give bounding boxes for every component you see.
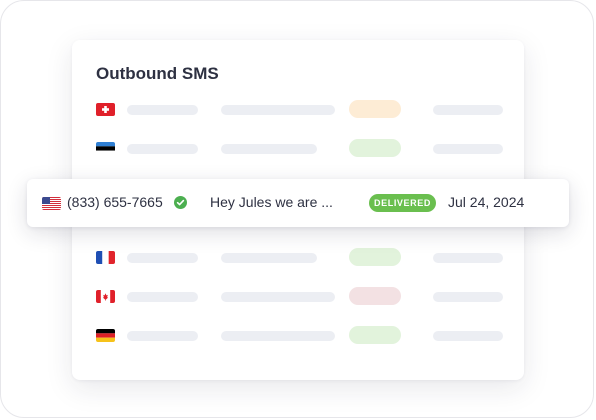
status-badge: DELIVERED (369, 194, 436, 212)
status-pill (349, 248, 401, 266)
canada-flag-icon (96, 290, 115, 303)
table-row[interactable] (72, 287, 524, 307)
message-placeholder (221, 331, 335, 341)
phone-placeholder (127, 144, 198, 154)
switzerland-flag-icon (96, 103, 115, 116)
table-row[interactable] (72, 326, 524, 346)
table-row[interactable] (72, 100, 524, 120)
highlighted-sms-row[interactable]: (833) 655-7665 Hey Jules we are ... DELI… (27, 179, 569, 227)
sent-date: Jul 24, 2024 (448, 194, 525, 210)
date-placeholder (433, 144, 503, 154)
message-placeholder (221, 105, 335, 115)
status-pill (349, 326, 401, 344)
phone-placeholder (127, 105, 198, 115)
estonia-flag-icon (96, 142, 115, 155)
message-preview: Hey Jules we are ... (210, 194, 333, 210)
message-placeholder (221, 144, 317, 154)
status-pill (349, 139, 401, 157)
united-states-flag-icon (42, 197, 61, 210)
message-placeholder (221, 253, 317, 263)
table-row[interactable] (72, 248, 524, 268)
phone-placeholder (127, 253, 198, 263)
table-row[interactable] (72, 139, 524, 159)
date-placeholder (433, 105, 503, 115)
status-pill (349, 287, 401, 305)
phone-placeholder (127, 292, 198, 302)
card-title: Outbound SMS (96, 64, 219, 83)
date-placeholder (433, 253, 503, 263)
germany-flag-icon (96, 329, 115, 342)
date-placeholder (433, 331, 503, 341)
check-circle-icon (174, 196, 187, 209)
status-pill (349, 100, 401, 118)
date-placeholder (433, 292, 503, 302)
phone-placeholder (127, 331, 198, 341)
phone-number: (833) 655-7665 (67, 194, 163, 210)
france-flag-icon (96, 251, 115, 264)
message-placeholder (221, 292, 335, 302)
